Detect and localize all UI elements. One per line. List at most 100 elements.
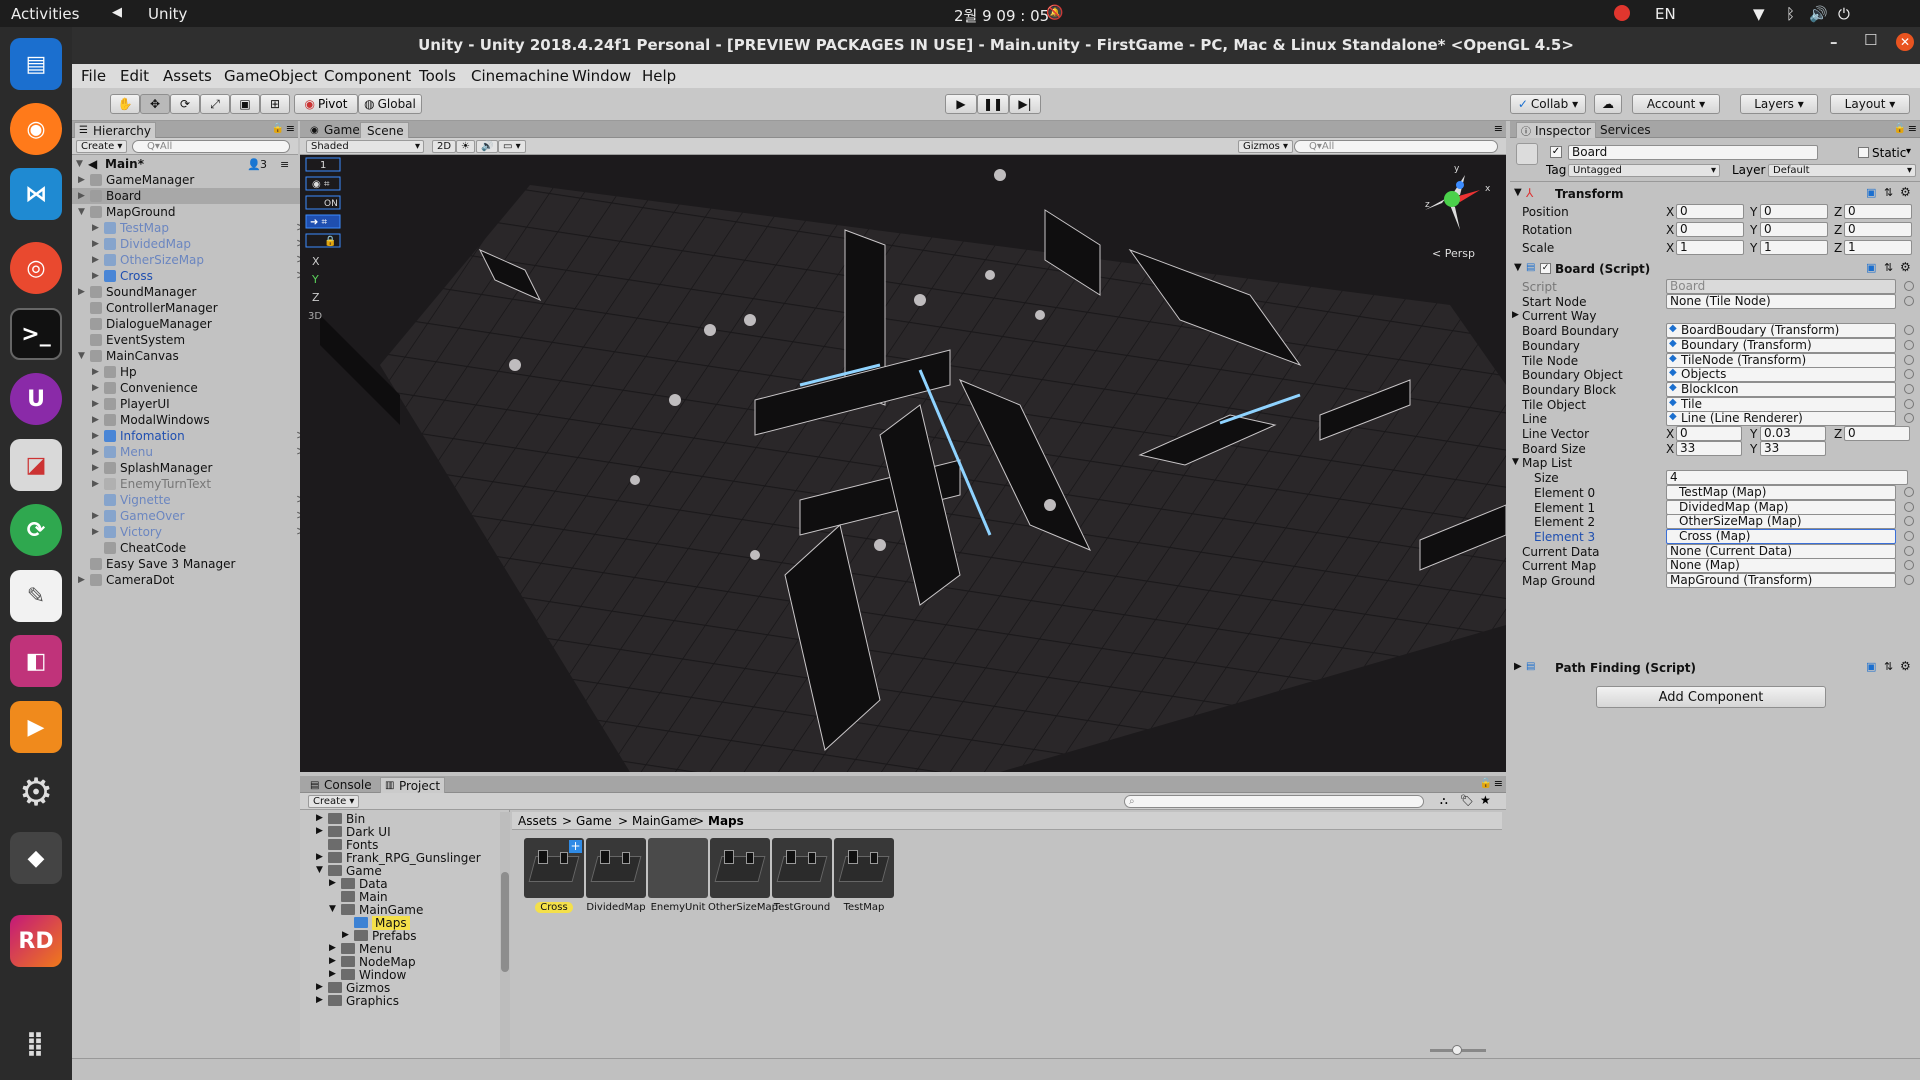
rect-tool-icon[interactable]: ▣ [230,94,260,114]
gizmos-dropdown[interactable]: Gizmos ▾ [1238,140,1294,153]
asset-item[interactable]: DividedMap [584,838,648,913]
hierarchy-item[interactable]: ▶ GameManager [72,172,314,188]
tag-dropdown[interactable]: Untagged ▾ [1568,164,1720,177]
expand-arrow-icon[interactable]: ▶ [92,367,99,377]
help-icon[interactable]: ▣ [1866,660,1876,673]
pivot-toggle[interactable]: ◉ Pivot [294,94,358,114]
tree-scrollbar-thumb[interactable] [501,872,509,972]
object-picker-icon[interactable] [1904,575,1914,585]
hierarchy-item[interactable]: ▶Cross> [72,268,314,284]
project-folder-item[interactable]: ▶ Graphics [300,994,498,1010]
expand-arrow-icon[interactable]: ▶ [92,271,99,281]
object-picker-icon[interactable] [1904,325,1914,336]
language-indicator[interactable]: EN [1655,5,1676,23]
tab-console[interactable]: ▤ Console [306,777,376,793]
axis-label-y[interactable]: Y [1750,223,1757,237]
hierarchy-item[interactable]: DialogueManager [72,316,314,332]
tab-inspector[interactable]: ⓘ Inspector [1516,122,1596,138]
expand-arrow-icon[interactable]: ▶ [92,415,99,425]
expand-arrow-icon[interactable]: ▶ [92,511,99,521]
object-picker-icon[interactable] [1904,486,1914,497]
vscode-icon[interactable]: ⋈ [10,168,62,220]
settings-icon[interactable]: ⚙ [10,766,62,818]
video-player-icon[interactable]: ▶ [10,701,62,753]
object-picker-icon[interactable] [1904,530,1914,541]
minimize-icon[interactable]: – [1830,33,1838,51]
sync-app-icon[interactable]: ⟳ [10,504,62,556]
object-name-input[interactable]: Board [1568,145,1818,160]
expand-arrow-icon[interactable]: ▶ [329,878,336,888]
collapse-arrow-icon[interactable]: ▼ [78,207,85,217]
expand-arrow-icon[interactable]: ▶ [92,383,99,393]
transform-tool-icon[interactable]: ⊞ [260,94,290,114]
menu-assets[interactable]: Assets [163,67,212,85]
tab-services[interactable]: Services [1594,122,1655,138]
inspector-menu-icon[interactable]: ≡ [1908,122,1917,135]
asset-item[interactable]: + Cross [522,838,586,913]
axis-y-toggle[interactable]: Y [311,273,319,286]
show-applications-icon[interactable]: ⣿ [10,1017,62,1069]
position-z-input[interactable]: 0 [1844,204,1912,219]
filter-type-icon[interactable]: ⛬ [1440,794,1448,808]
menu-gameobject[interactable]: GameObject [224,67,318,85]
object-picker-icon[interactable] [1904,369,1914,380]
hierarchy-item[interactable]: ▶DividedMap> [72,236,314,252]
static-checkbox[interactable] [1858,147,1869,158]
hierarchy-item[interactable]: ▶ PlayerUI [72,396,314,412]
object-picker-icon[interactable] [1904,281,1914,291]
add-prefab-icon[interactable]: + [569,840,582,853]
audio-toggle-icon[interactable]: 🔊 [476,140,499,153]
object-picker-icon[interactable] [1904,501,1914,512]
preset-icon[interactable]: ⇅ [1884,261,1893,274]
object-picker-icon[interactable] [1904,545,1914,556]
expand-arrow-icon[interactable]: ▶ [316,852,323,862]
expand-arrow-icon[interactable]: ▶ [329,943,336,953]
lighting-toggle-icon[interactable]: ☀ [456,140,475,153]
scale-tool-icon[interactable]: ⤢ [200,94,230,114]
collapse-arrow-icon[interactable]: ▼ [1514,187,1522,198]
hierarchy-item[interactable]: Vignette> [72,492,314,508]
scene-row[interactable]: ▼ ◀ Main* 👤 3 ≡ [72,156,314,172]
hierarchy-item[interactable]: ▶ ModalWindows [72,412,314,428]
expand-arrow-icon[interactable]: ▶ [92,399,99,409]
screenshot-tool-icon[interactable]: ◪ [10,439,62,491]
media-app-icon[interactable]: ◧ [10,635,62,687]
expand-arrow-icon[interactable]: ▶ [92,239,99,249]
shading-mode-dropdown[interactable]: Shaded ▾ [306,140,424,153]
asset-item[interactable]: TestMap [832,838,896,913]
static-dropdown-icon[interactable]: ▾ [1906,146,1911,157]
wifi-icon[interactable]: ▼ [1753,5,1765,23]
axis-label-z[interactable]: Z [1834,205,1842,219]
expand-arrow-icon[interactable]: ▶ [1514,661,1522,672]
expand-arrow-icon[interactable]: ▶ [316,813,323,823]
scene-panel-menu-icon[interactable]: ≡ [1494,122,1503,135]
asset-item[interactable]: OtherSizeMap [708,838,778,913]
position-y-input[interactable]: 0 [1760,204,1828,219]
asset-item[interactable]: TestGround [770,838,834,913]
menu-edit[interactable]: Edit [120,67,149,85]
unity-editor-icon[interactable]: ◆ [10,832,62,884]
perspective-label[interactable]: < Persp [1432,247,1475,260]
hierarchy-item[interactable]: ▶ Hp [72,364,314,380]
3d-toggle[interactable]: 3D [308,311,322,322]
project-menu-icon[interactable]: ≡ [1494,777,1503,790]
expand-arrow-icon[interactable]: ▶ [92,255,99,265]
board-script-header[interactable]: ▼ ✓ ▤ Board (Script) ▣ ⇅ ⚙ [1510,260,1918,278]
hierarchy-item[interactable]: ControllerManager [72,300,314,316]
cloud-icon[interactable]: ☁ [1594,94,1622,114]
lock-icon[interactable]: 🔒 [272,123,284,134]
collapse-arrow-icon[interactable]: ▼ [1512,457,1519,467]
hierarchy-search-input[interactable]: Q▾All [132,140,290,153]
axis-label-y[interactable]: Y [1750,241,1757,255]
breadcrumb-assets[interactable]: Assets [518,814,557,828]
axis-z-toggle[interactable]: Z [312,291,320,304]
menu-file[interactable]: File [81,67,106,85]
axis-label-z[interactable]: Z [1834,241,1842,255]
hierarchy-item[interactable]: ▶ SoundManager [72,284,314,300]
expand-arrow-icon[interactable]: ▶ [78,287,85,297]
breadcrumb-maingame[interactable]: MainGame [632,814,696,828]
expand-arrow-icon[interactable]: ▶ [78,191,85,201]
overlay-on[interactable]: ON [324,199,338,209]
maximize-icon[interactable]: ☐ [1864,31,1877,49]
rotate-tool-icon[interactable]: ⟳ [170,94,200,114]
